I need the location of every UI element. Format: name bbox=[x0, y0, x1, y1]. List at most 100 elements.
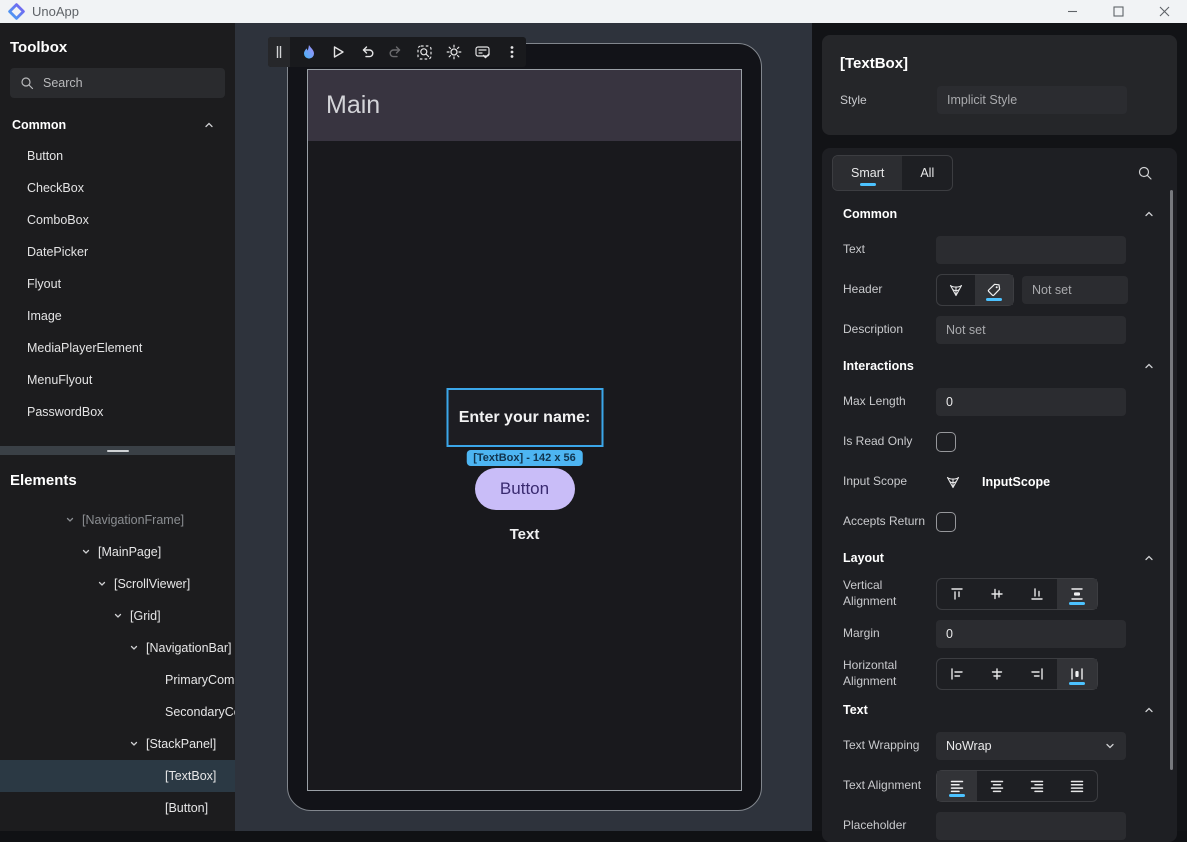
properties-scrollbar[interactable] bbox=[1170, 190, 1173, 770]
page-header: Main bbox=[308, 70, 741, 141]
section-layout[interactable]: Layout bbox=[822, 542, 1177, 574]
toolbar-drag-handle[interactable] bbox=[268, 37, 290, 67]
theme-toggle-sun-icon[interactable] bbox=[439, 37, 468, 67]
hot-reload-flame-icon[interactable] bbox=[294, 37, 323, 67]
form-factor-icon[interactable] bbox=[468, 37, 497, 67]
text-wrapping-dropdown[interactable]: NoWrap bbox=[936, 732, 1126, 760]
text-align-left-icon[interactable] bbox=[937, 771, 977, 801]
text-align-justify-icon[interactable] bbox=[1057, 771, 1097, 801]
input-scope-value[interactable]: InputScope bbox=[982, 475, 1050, 489]
margin-field[interactable]: 0 bbox=[936, 620, 1126, 648]
text-field[interactable] bbox=[936, 236, 1126, 264]
property-tabs: Smart All bbox=[832, 155, 953, 191]
toolbox-item-menuflyout[interactable]: MenuFlyout bbox=[0, 364, 235, 396]
vertical-alignment-label: Vertical Alignment bbox=[843, 578, 936, 609]
search-input[interactable] bbox=[43, 76, 215, 90]
left-panel: Toolbox Common Button CheckBox ComboBox … bbox=[0, 23, 235, 831]
tree-item-button[interactable]: [Button] bbox=[0, 792, 235, 824]
align-vstretch-icon[interactable] bbox=[1057, 579, 1097, 609]
play-button[interactable] bbox=[323, 37, 352, 67]
canvas-textblock[interactable]: Text bbox=[510, 526, 540, 543]
tree-item-textbox[interactable]: [TextBox] bbox=[0, 760, 235, 792]
chevron-down-icon[interactable] bbox=[112, 610, 124, 622]
chevron-down-icon[interactable] bbox=[128, 738, 140, 750]
elements-title: Elements bbox=[0, 472, 235, 489]
description-field[interactable]: Not set bbox=[936, 316, 1126, 344]
element-inspect-icon[interactable] bbox=[410, 37, 439, 67]
toolbox-item-button[interactable]: Button bbox=[0, 140, 235, 172]
toolbox-item-combobox[interactable]: ComboBox bbox=[0, 204, 235, 236]
app-title: UnoApp bbox=[32, 4, 79, 19]
properties-panel: [TextBox] Style Implicit Style Smart All… bbox=[812, 23, 1187, 831]
text-wrapping-label: Text Wrapping bbox=[843, 738, 936, 754]
canvas-textbox-selected[interactable]: Enter your name: bbox=[446, 388, 603, 447]
elements-panel: Elements [NavigationFrame] [MainPage] [S… bbox=[0, 455, 235, 831]
style-field[interactable]: Implicit Style bbox=[937, 86, 1127, 114]
toolbox-item-datepicker[interactable]: DatePicker bbox=[0, 236, 235, 268]
redo-button[interactable] bbox=[381, 37, 410, 67]
text-align-right-icon[interactable] bbox=[1017, 771, 1057, 801]
tree-item-navigationbar[interactable]: [NavigationBar] bbox=[0, 632, 235, 664]
align-bottom-icon[interactable] bbox=[1017, 579, 1057, 609]
canvas-button[interactable]: Button bbox=[475, 468, 575, 510]
binding-web-icon bbox=[948, 282, 964, 298]
toolbox-item-passwordbox[interactable]: PasswordBox bbox=[0, 396, 235, 428]
tree-item-scrollviewer[interactable]: [ScrollViewer] bbox=[0, 568, 235, 600]
align-top-icon[interactable] bbox=[937, 579, 977, 609]
header-literal-toggle[interactable] bbox=[975, 275, 1013, 305]
maximize-button[interactable] bbox=[1095, 0, 1141, 23]
toolbox-section-common[interactable]: Common bbox=[0, 110, 235, 140]
text-align-center-icon[interactable] bbox=[977, 771, 1017, 801]
binding-web-icon bbox=[945, 474, 961, 490]
toolbox-item-flyout[interactable]: Flyout bbox=[0, 268, 235, 300]
header-mode-toggle bbox=[936, 274, 1014, 306]
tree-item-grid[interactable]: [Grid] bbox=[0, 600, 235, 632]
header-binding-toggle[interactable] bbox=[937, 275, 975, 305]
align-hstretch-icon[interactable] bbox=[1057, 659, 1097, 689]
align-right-icon[interactable] bbox=[1017, 659, 1057, 689]
panel-splitter[interactable] bbox=[0, 446, 235, 455]
chevron-up-icon bbox=[1143, 552, 1155, 564]
align-hcenter-icon[interactable] bbox=[977, 659, 1017, 689]
minimize-button[interactable] bbox=[1049, 0, 1095, 23]
accepts-return-checkbox[interactable] bbox=[936, 512, 956, 532]
is-read-only-checkbox[interactable] bbox=[936, 432, 956, 452]
chevron-down-icon[interactable] bbox=[80, 546, 92, 558]
toolbox-search[interactable] bbox=[10, 68, 225, 98]
tab-smart[interactable]: Smart bbox=[833, 156, 902, 190]
align-vcenter-icon[interactable] bbox=[977, 579, 1017, 609]
tree-item-primarycommands[interactable]: PrimaryCommands bbox=[0, 664, 235, 696]
tree-item-secondarycommands[interactable]: SecondaryCommands bbox=[0, 696, 235, 728]
splitter-handle-icon bbox=[107, 450, 129, 452]
text-alignment-label: Text Alignment bbox=[843, 778, 936, 794]
section-common[interactable]: Common bbox=[822, 198, 1177, 230]
tab-all[interactable]: All bbox=[902, 156, 952, 190]
text-alignment-toggle bbox=[936, 770, 1098, 802]
section-text[interactable]: Text bbox=[822, 694, 1177, 726]
chevron-up-icon bbox=[1143, 704, 1155, 716]
close-button[interactable] bbox=[1141, 0, 1187, 23]
app-logo-icon bbox=[8, 3, 25, 20]
placeholder-field[interactable] bbox=[936, 812, 1126, 840]
toolbox-item-checkbox[interactable]: CheckBox bbox=[0, 172, 235, 204]
accepts-return-label: Accepts Return bbox=[843, 514, 936, 530]
chevron-up-icon bbox=[1143, 208, 1155, 220]
header-field[interactable]: Not set bbox=[1022, 276, 1128, 304]
properties-search-icon[interactable] bbox=[1137, 165, 1153, 181]
tree-item-textblock[interactable]: [TextBlock] bbox=[0, 824, 235, 831]
tree-item-stackpanel[interactable]: [StackPanel] bbox=[0, 728, 235, 760]
more-options-kebab-icon[interactable] bbox=[497, 37, 526, 67]
section-interactions[interactable]: Interactions bbox=[822, 350, 1177, 382]
undo-button[interactable] bbox=[352, 37, 381, 67]
align-left-icon[interactable] bbox=[937, 659, 977, 689]
tree-item-mainpage[interactable]: [MainPage] bbox=[0, 536, 235, 568]
toolbox-item-mediaplayerelement[interactable]: MediaPlayerElement bbox=[0, 332, 235, 364]
chevron-down-icon[interactable] bbox=[128, 642, 140, 654]
chevron-down-icon[interactable] bbox=[96, 578, 108, 590]
max-length-field[interactable]: 0 bbox=[936, 388, 1126, 416]
toolbox-title: Toolbox bbox=[0, 39, 235, 56]
tree-item-navigationframe[interactable]: [NavigationFrame] bbox=[0, 504, 235, 536]
toolbox-item-image[interactable]: Image bbox=[0, 300, 235, 332]
chevron-down-icon[interactable] bbox=[64, 514, 76, 526]
selected-element-name: [TextBox] bbox=[822, 35, 1177, 72]
